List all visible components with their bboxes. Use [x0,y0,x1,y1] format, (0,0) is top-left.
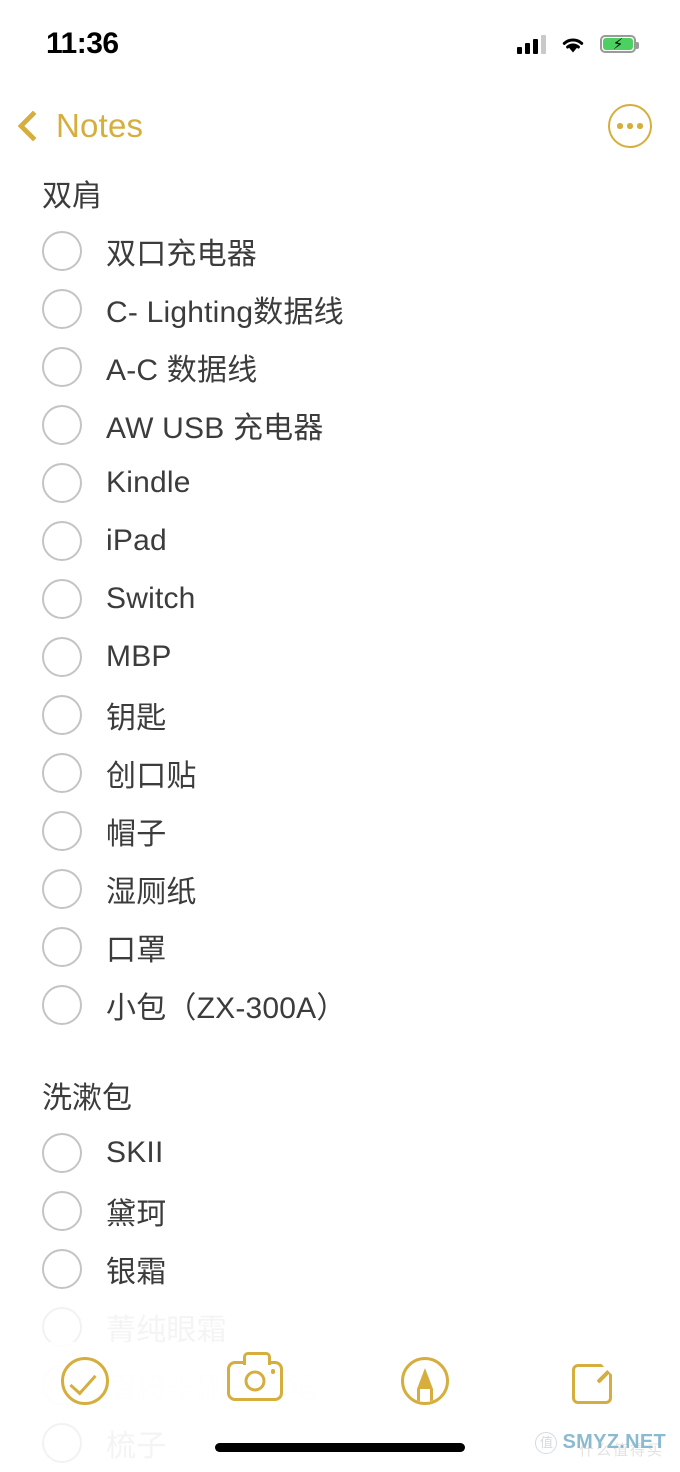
checkbox[interactable] [42,637,82,677]
compose-icon [572,1350,626,1404]
list-item-label: 湿厕纸 [106,876,197,909]
list-item-label: SKII [106,1136,164,1169]
list-item[interactable]: 湿厕纸 [0,860,680,918]
list-item-label: MBP [106,640,172,673]
list-item[interactable]: 口罩 [0,918,680,976]
status-indicators: ⚡ [517,34,639,54]
home-indicator[interactable] [215,1443,465,1452]
list-item-label: 梳子 [106,1430,167,1463]
list-item[interactable]: 黛珂 [0,1182,680,1240]
checkbox[interactable] [42,1423,82,1463]
notes-app-screen: 11:36 ⚡ Notes 双肩 双口充电器 C- Lighting数据线 A-… [0,0,680,1472]
list-item-label: 银霜 [106,1256,167,1289]
list-item[interactable]: 钥匙 [0,686,680,744]
list-item[interactable]: SKII [0,1124,680,1182]
list-item[interactable]: iPad [0,512,680,570]
list-item-label: 创口贴 [106,760,197,793]
list-item-label: Switch [106,582,196,615]
bottom-toolbar [0,1342,680,1420]
list-item-label: AW USB 充电器 [106,412,324,445]
watermark-logo: 值 [535,1431,558,1454]
list-item-label: 小包（ZX-300A） [106,992,347,1025]
section-title: 双肩 [42,180,102,213]
checklist-icon [61,1357,109,1405]
list-item-label: 口罩 [106,934,167,967]
checkbox[interactable] [42,1307,82,1347]
wifi-icon [562,38,584,52]
checkbox[interactable] [42,1249,82,1289]
list-item-label: 帽子 [106,818,167,851]
cellular-signal-icon [517,34,546,54]
chevron-left-icon [17,110,49,142]
checkbox[interactable] [42,927,82,967]
compose-button[interactable] [535,1346,655,1416]
watermark-text: SMYZ.NET [562,1431,666,1453]
list-item-label: 黛珂 [106,1198,167,1231]
camera-icon [227,1352,283,1401]
markup-button[interactable] [365,1346,485,1416]
list-item-label: 双口充电器 [106,238,257,271]
list-item-label: A-C 数据线 [106,354,258,387]
list-item[interactable]: MBP [0,628,680,686]
checklist-button[interactable] [25,1346,145,1416]
checkbox[interactable] [42,1133,82,1173]
checkbox[interactable] [42,811,82,851]
checkbox[interactable] [42,753,82,793]
checkbox[interactable] [42,231,82,271]
checkbox[interactable] [42,869,82,909]
status-bar: 11:36 ⚡ [0,0,680,88]
list-item[interactable]: 双口充电器 [0,222,680,280]
checkbox[interactable] [42,289,82,329]
list-item[interactable]: 银霜 [0,1240,680,1298]
checkbox[interactable] [42,985,82,1025]
back-to-notes-button[interactable]: Notes [14,107,143,145]
checkbox[interactable] [42,463,82,503]
list-item[interactable]: A-C 数据线 [0,338,680,396]
list-item-label: Kindle [106,466,191,499]
checkbox[interactable] [42,347,82,387]
list-item[interactable]: AW USB 充电器 [0,396,680,454]
list-item-label: iPad [106,524,167,557]
list-item[interactable]: 小包（ZX-300A） [0,976,680,1034]
checkbox[interactable] [42,579,82,619]
watermark: 值 SMYZ.NET [535,1431,666,1454]
list-item-label: C- Lighting数据线 [106,296,344,329]
status-time: 11:36 [46,27,119,60]
checkbox[interactable] [42,1191,82,1231]
checkbox[interactable] [42,695,82,735]
back-button-label: Notes [56,107,144,144]
list-item[interactable]: Kindle [0,454,680,512]
list-item[interactable]: C- Lighting数据线 [0,280,680,338]
list-item[interactable]: 帽子 [0,802,680,860]
camera-button[interactable] [195,1346,315,1416]
battery-charging-icon: ⚡ [600,35,639,53]
markup-pen-icon [401,1357,449,1405]
list-item-label: 钥匙 [106,702,167,735]
checkbox[interactable] [42,521,82,561]
checkbox[interactable] [42,405,82,445]
list-item[interactable]: 创口贴 [0,744,680,802]
more-options-icon[interactable] [608,104,652,148]
navigation-bar: Notes [0,88,680,164]
section-title: 洗漱包 [42,1082,132,1115]
list-item[interactable]: Switch [0,570,680,628]
note-content: 双肩 双口充电器 C- Lighting数据线 A-C 数据线 AW USB 充… [0,164,680,1472]
